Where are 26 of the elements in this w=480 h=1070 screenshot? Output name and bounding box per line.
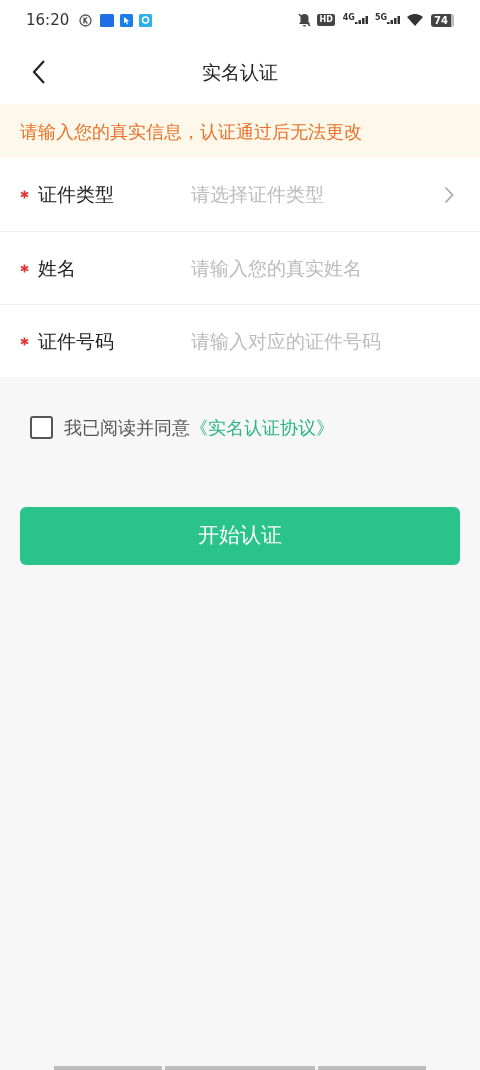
start-verification-button[interactable]: 开始认证 <box>20 507 460 565</box>
app-icon <box>100 13 115 27</box>
agreement-text: 我已阅读并同意 <box>64 415 190 440</box>
agreement-checkbox[interactable] <box>30 415 53 439</box>
browser-app-icon <box>139 13 153 27</box>
chevron-right-icon <box>444 185 454 204</box>
agreement-link[interactable]: 《实名认证协议》 <box>190 413 334 441</box>
select-field[interactable]: 请选择证件类型 <box>191 180 454 209</box>
battery-indicator: 74 <box>431 13 454 27</box>
page-title: 实名认证 <box>202 59 278 85</box>
field-label: 证件类型 <box>38 182 115 208</box>
network-label: 5G <box>374 12 388 24</box>
signal-icon <box>354 16 369 24</box>
k-circle-icon <box>79 13 93 27</box>
signal-icon <box>387 16 402 24</box>
notice-text: 请输入您的真实信息，认证通过后无法更改 <box>20 119 362 144</box>
field-label: 证件号码 <box>38 328 115 354</box>
input-field[interactable]: 请输入您的真实姓名 <box>191 253 454 283</box>
cursor-app-icon <box>120 13 134 27</box>
wifi-icon <box>407 14 424 26</box>
status-time: 16:20 <box>26 9 70 31</box>
field-label: 姓名 <box>38 255 77 281</box>
muted-bell-icon <box>298 13 312 27</box>
network-label: 4G <box>342 12 355 24</box>
hd-badge: HD <box>317 14 335 26</box>
input-field[interactable]: 请输入对应的证件号码 <box>191 326 454 356</box>
